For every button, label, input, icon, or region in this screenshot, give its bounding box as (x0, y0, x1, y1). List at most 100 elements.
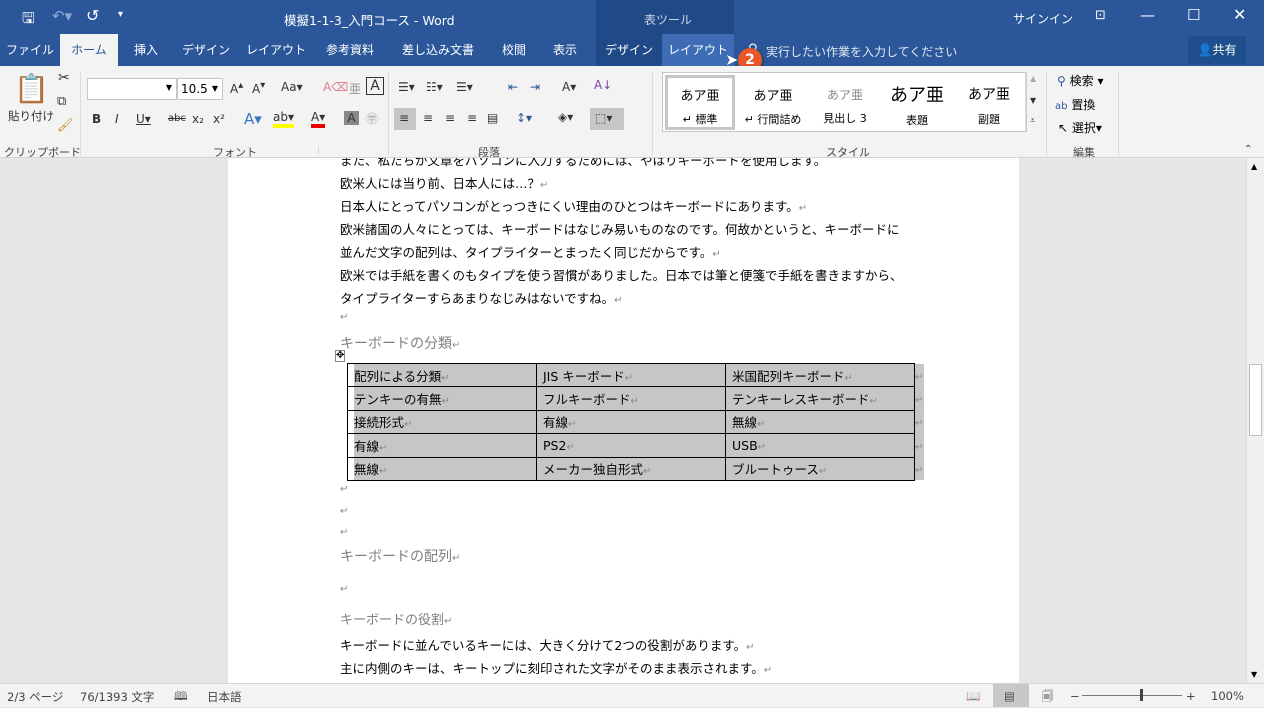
style-heading3[interactable]: あア亜 見出し 3 (809, 83, 881, 126)
page-count[interactable]: 2/3 ページ (7, 689, 63, 705)
zoom-out-icon[interactable]: − (1070, 689, 1080, 703)
table-cell[interactable]: JIS キーボード↵ (536, 362, 726, 388)
ribbon-display-icon[interactable]: ⊡ (1095, 8, 1106, 23)
multilevel-list-icon[interactable]: ☰▾ (456, 80, 473, 94)
redo-icon[interactable]: ↺ (86, 6, 99, 25)
line-spacing-icon[interactable]: ↕▾ (516, 111, 532, 125)
web-layout-icon[interactable]: 🗐 (1042, 689, 1054, 708)
find-button[interactable]: ⚲ 検索 ▾ (1057, 72, 1103, 89)
table-cell[interactable]: テンキーの有無↵ (347, 386, 537, 411)
style-no-spacing[interactable]: あア亜 ↵ 行間詰め (737, 83, 809, 127)
strikethrough-icon[interactable]: abc (168, 113, 186, 124)
scroll-down-icon[interactable]: ▼ (1251, 670, 1257, 679)
document-page[interactable]: また、私たちが文章をパソコンに入力するためには、やはりキーボードを使用します。 … (228, 158, 1019, 683)
minimize-icon[interactable]: — (1140, 6, 1155, 24)
style-title[interactable]: あア亜 表題 (881, 83, 953, 128)
table-move-handle-icon[interactable]: ✥ (335, 350, 346, 362)
signin-link[interactable]: サインイン (1013, 10, 1073, 27)
tab-file[interactable]: ファイル (0, 34, 60, 66)
table-cell[interactable]: 接続形式↵ (347, 409, 537, 435)
align-center-icon[interactable]: ≡ (423, 111, 433, 125)
scroll-up-icon[interactable]: ▲ (1251, 162, 1257, 171)
justify-icon[interactable]: ≡ (467, 111, 477, 125)
bold-icon[interactable]: B (92, 112, 101, 126)
tab-mailings[interactable]: 差し込み文書 (390, 34, 486, 66)
font-color-icon[interactable]: A▾ (311, 110, 326, 128)
copy-icon[interactable]: ⧉ (57, 94, 66, 109)
save-icon[interactable]: 🖫 (22, 8, 35, 33)
text-direction-icon[interactable]: A▾ (562, 80, 576, 94)
tab-insert[interactable]: 挿入 (122, 34, 170, 66)
read-mode-icon[interactable]: 📖 (966, 689, 980, 703)
customize-qat-button[interactable]: ▾ (118, 9, 123, 20)
italic-icon[interactable]: I (115, 112, 119, 126)
decrease-indent-icon[interactable]: ⇤ (508, 80, 518, 94)
char-shading-icon[interactable]: A (344, 111, 359, 125)
borders-button[interactable]: ⬚▾ (590, 108, 624, 130)
print-layout-button[interactable]: ▤ (993, 684, 1029, 707)
language[interactable]: 日本語 (207, 689, 242, 705)
paste-button[interactable]: 貼り付け (8, 108, 54, 124)
align-left-button[interactable]: ≡ (394, 108, 416, 130)
collapse-ribbon-icon[interactable]: ⌃ (1244, 144, 1252, 155)
change-case-icon[interactable]: Aa▾ (281, 80, 303, 94)
table-cell[interactable]: USB↵ (725, 433, 915, 458)
scrollbar-thumb[interactable] (1249, 364, 1262, 436)
tab-view[interactable]: 表示 (540, 34, 590, 66)
shading-icon[interactable]: ◈▾ (558, 110, 573, 124)
text-effects-icon[interactable]: A▾ (244, 110, 262, 128)
zoom-in-icon[interactable]: + (1186, 689, 1196, 703)
tab-table-design[interactable]: デザイン (598, 34, 660, 66)
vertical-scrollbar[interactable]: ▲ ▼ (1246, 158, 1264, 683)
tab-home[interactable]: ホーム (60, 34, 118, 66)
undo-icon[interactable]: ↶▾ (52, 7, 72, 25)
table-cell[interactable]: メーカー独自形式↵ (536, 456, 726, 481)
clear-format-icon[interactable]: A⌫ (323, 80, 348, 94)
maximize-icon[interactable]: ☐ (1187, 6, 1200, 24)
char-border-icon[interactable]: A (366, 77, 384, 95)
tab-design[interactable]: デザイン (176, 34, 236, 66)
select-button[interactable]: ↖ 選択▾ (1058, 119, 1102, 136)
table-cell[interactable]: 無線↵ (725, 409, 915, 435)
highlight-icon[interactable]: ab▾ (273, 110, 294, 128)
close-icon[interactable]: ✕ (1233, 5, 1246, 24)
subscript-icon[interactable]: x₂ (192, 112, 204, 126)
increase-indent-icon[interactable]: ⇥ (530, 80, 540, 94)
replace-button[interactable]: ab 置換 (1055, 96, 1095, 113)
gallery-down-icon[interactable]: ▼ (1030, 96, 1036, 105)
table-cell[interactable]: 有線↵ (347, 433, 537, 458)
table-cell[interactable]: 米国配列キーボード↵ (725, 362, 915, 388)
tell-me-input[interactable]: 実行したい作業を入力してください (766, 43, 957, 60)
table-cell[interactable]: 配列による分類↵ (347, 362, 537, 388)
zoom-slider[interactable] (1082, 695, 1182, 696)
format-painter-icon[interactable]: 🖌 (57, 118, 74, 133)
table-cell[interactable]: テンキーレスキーボード↵ (725, 386, 915, 411)
zoom-slider-thumb[interactable] (1139, 689, 1143, 701)
font-size-select[interactable]: 10.5 ▼ (177, 78, 223, 100)
distributed-icon[interactable]: ▤ (487, 111, 498, 125)
numbering-icon[interactable]: ☷▾ (426, 80, 443, 94)
gallery-more-icon[interactable]: ⩡ (1030, 116, 1035, 126)
enclose-char-icon[interactable]: ㊫ (366, 110, 378, 127)
superscript-icon[interactable]: x² (213, 112, 225, 126)
zoom-level[interactable]: 100% (1211, 689, 1244, 703)
table-cell[interactable]: フルキーボード↵ (536, 386, 726, 411)
proofing-icon[interactable]: 🕮 (174, 689, 188, 708)
tab-layout[interactable]: レイアウト (242, 34, 310, 66)
cut-icon[interactable]: ✂ (58, 70, 70, 86)
table-cell[interactable]: 有線↵ (536, 409, 726, 435)
font-name-select[interactable]: ▼ (87, 78, 177, 100)
sort-icon[interactable]: A↓ (594, 78, 612, 92)
style-subtitle[interactable]: あア亜 副題 (953, 83, 1025, 127)
bullets-icon[interactable]: ☰▾ (398, 80, 415, 94)
paste-icon[interactable]: 📋 (14, 72, 49, 105)
underline-icon[interactable]: U▾ (136, 112, 151, 126)
phonetic-guide-icon[interactable]: 亜 (349, 80, 361, 97)
tab-references[interactable]: 参考資料 (316, 34, 384, 66)
shrink-font-icon[interactable]: A▾ (252, 80, 265, 96)
table-cell[interactable]: 無線↵ (347, 456, 537, 481)
table-cell[interactable]: ブルートゥース↵ (725, 456, 915, 481)
gallery-up-icon[interactable]: ▲ (1030, 74, 1036, 83)
table-cell[interactable]: PS2↵ (536, 433, 726, 458)
grow-font-icon[interactable]: A▴ (230, 80, 243, 96)
